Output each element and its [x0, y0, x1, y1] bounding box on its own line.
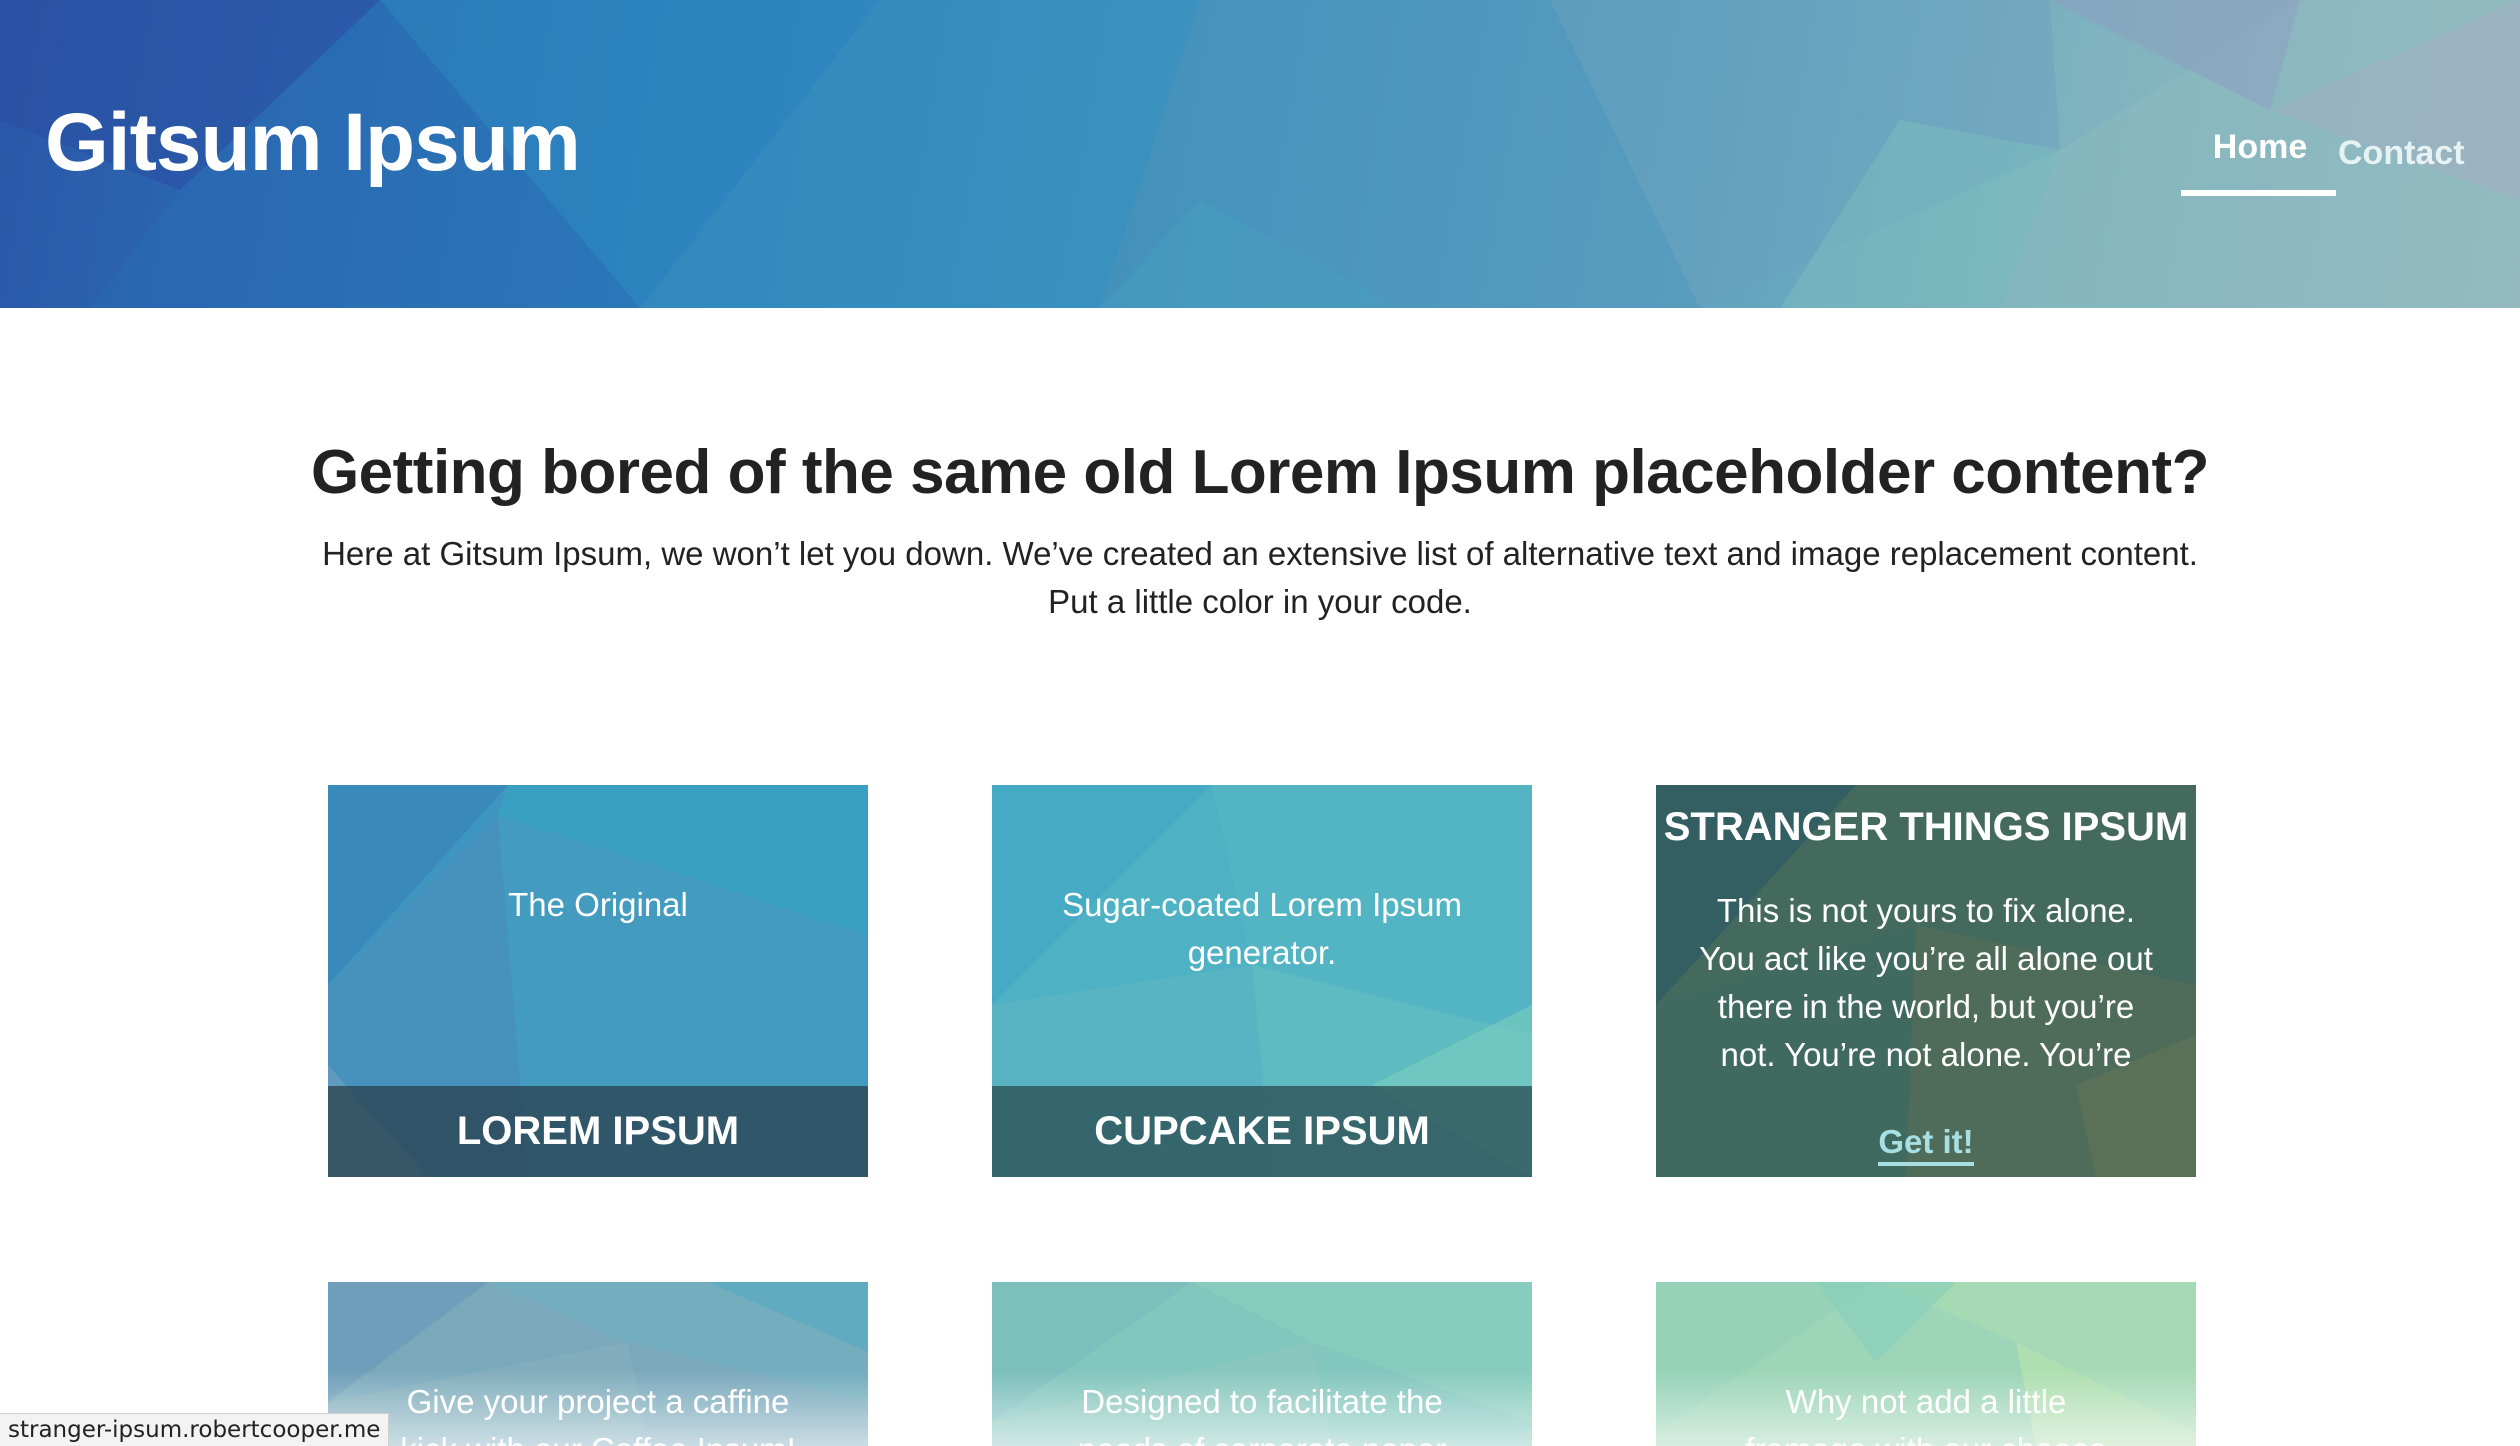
card-description-line: Give your project a caffine	[406, 1383, 790, 1420]
site-title[interactable]: Gitsum Ipsum	[45, 96, 581, 190]
card-description: Sugar-coated Lorem Ipsum generator.	[1032, 881, 1492, 977]
card-lorem-ipsum[interactable]: The Original LOREM IPSUM	[328, 785, 868, 1177]
card-title: CUPCAKE IPSUM	[992, 1086, 1532, 1177]
card-title: LOREM IPSUM	[328, 1086, 868, 1177]
card-description-line: not. You’re not alone. You’re	[1720, 1036, 2132, 1073]
nav-active-indicator	[2181, 190, 2336, 196]
card-title: STRANGER THINGS IPSUM	[1663, 805, 2189, 849]
card-description: This is not yours to fix alone. You act …	[1696, 887, 2156, 1079]
card-description-line: needs of corporate paper	[1032, 1426, 1492, 1446]
card-description-line: fromage with our cheese	[1696, 1426, 2156, 1446]
intro-text: Here at Gitsum Ipsum, we won’t let you d…	[320, 530, 2200, 626]
nav-home-link[interactable]: Home	[2183, 128, 2337, 167]
card-description-line: generator.	[1187, 934, 1337, 971]
card-description: The Original	[508, 886, 688, 923]
card-description-line: This is not yours to fix alone.	[1716, 892, 2136, 929]
card-description: Why not add a little fromage with our ch…	[1696, 1378, 2156, 1446]
card-stranger-things-ipsum[interactable]: STRANGER THINGS IPSUM This is not yours …	[1656, 785, 2196, 1177]
card-description: Designed to facilitate the needs of corp…	[1032, 1378, 1492, 1446]
browser-status-url: stranger-ipsum.robertcooper.me	[0, 1413, 390, 1446]
card-description-line: Designed to facilitate the	[1081, 1383, 1443, 1420]
card-description-line: kick with our Coffee Ipsum!	[368, 1426, 828, 1446]
intro-text-line: Here at Gitsum Ipsum, we won’t let you d…	[322, 535, 2198, 572]
nav-contact-link[interactable]: Contact	[2338, 134, 2465, 173]
card-description-line: Sugar-coated Lorem Ipsum	[1062, 886, 1462, 923]
card-description: Give your project a caffine kick with ou…	[368, 1378, 828, 1446]
get-it-link[interactable]: Get it!	[1878, 1123, 1974, 1166]
site-header: Gitsum Ipsum Home Contact	[0, 0, 2520, 308]
intro-text-line: Put a little color in your code.	[1048, 583, 1472, 620]
card-description-line: Why not add a little	[1785, 1383, 2067, 1420]
card-description-line: there in the world, but you’re	[1717, 988, 2135, 1025]
card-corporate-ipsum[interactable]: Designed to facilitate the needs of corp…	[992, 1282, 1532, 1446]
get-it-link-container: Get it!	[1656, 1123, 2196, 1166]
card-cupcake-ipsum[interactable]: Sugar-coated Lorem Ipsum generator. CUPC…	[992, 785, 1532, 1177]
card-description-line: You act like you’re all alone out	[1699, 940, 2153, 977]
card-cheese-ipsum[interactable]: Why not add a little fromage with our ch…	[1656, 1282, 2196, 1446]
intro-heading: Getting bored of the same old Lorem Ipsu…	[310, 438, 2210, 507]
card-coffee-ipsum[interactable]: Give your project a caffine kick with ou…	[328, 1282, 868, 1446]
